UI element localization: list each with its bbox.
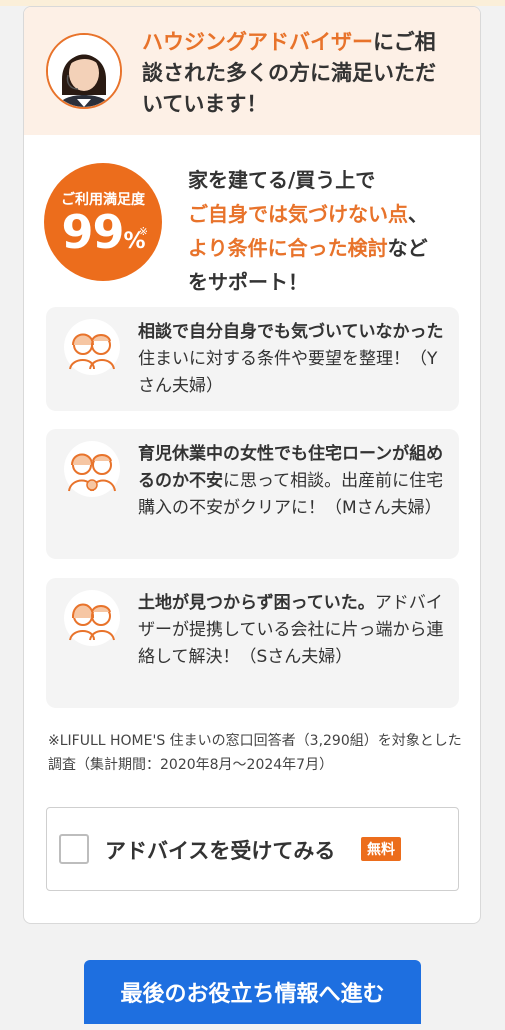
survey-footnote: ※LIFULL HOME'S 住まいの窓口回答者（3,290組）を対象とした調査… xyxy=(48,733,462,773)
advice-checkbox[interactable] xyxy=(59,834,89,864)
satisfaction-badge: ご利用満足度 99% ※ xyxy=(44,163,162,281)
support-line-3: など xyxy=(387,236,428,260)
testimonial-text: 相談で自分自身でも気づいていなかった住まいに対する条件や要望を整理！（Yさん夫婦… xyxy=(138,319,448,400)
advisor-avatar xyxy=(46,33,122,109)
testimonial-rest: 住まいに対する条件や要望を整理！（Yさん夫婦） xyxy=(138,349,438,396)
testimonial-text: 育児休業中の女性でも住宅ローンが組めるのか不安に思って相談。出産前に住宅購入の不… xyxy=(138,441,448,522)
advisor-text-3: いています！ xyxy=(142,92,268,116)
family-icon xyxy=(64,441,120,497)
support-message: 家を建てる/買う上で ご自身では気づけない点、 より条件に合った検討など をサポ… xyxy=(188,163,478,299)
badge-footnote-mark: ※ xyxy=(138,225,148,238)
support-line-4: をサポート！ xyxy=(188,270,308,294)
testimonial-bold: 育児休業中の女性でも住宅ローン xyxy=(138,444,393,464)
badge-number: 99 xyxy=(61,205,124,259)
advisor-highlight: ハウジングアドバイザー xyxy=(142,30,373,54)
support-highlight-1: ご自身では気づけない点 xyxy=(188,202,408,226)
testimonial-bold: 土地が見つからず困っていた。 xyxy=(138,593,375,613)
support-line-2: 、 xyxy=(408,202,428,226)
support-line-1: 家を建てる/買う上で xyxy=(188,168,376,192)
testimonial-text: 土地が見つからず困っていた。アドバイザーが提携している会社に片っ端から連絡して解… xyxy=(138,590,448,671)
advisor-header: ハウジングアドバイザーにご相 談された多くの方に満足いただ いています！ xyxy=(24,7,480,135)
support-highlight-2: より条件に合った検討 xyxy=(188,236,388,260)
couple-icon xyxy=(64,590,120,646)
testimonial-card: 土地が見つからず困っていた。アドバイザーが提携している会社に片っ端から連絡して解… xyxy=(46,578,459,708)
testimonial-card: 育児休業中の女性でも住宅ローンが組めるのか不安に思って相談。出産前に住宅購入の不… xyxy=(46,429,459,559)
testimonial-bold-2: かった xyxy=(392,322,444,342)
advisor-portrait-icon xyxy=(48,35,120,107)
advice-card: ハウジングアドバイザーにご相 談された多くの方に満足いただ いています！ ご利用… xyxy=(23,6,481,924)
advice-checkbox-label[interactable]: アドバイスを受けてみる xyxy=(105,835,335,865)
advisor-text-1: にご相 xyxy=(373,30,436,54)
advisor-message: ハウジングアドバイザーにご相 談された多くの方に満足いただ いています！ xyxy=(142,27,462,120)
next-button[interactable]: 最後のお役立ち情報へ進む xyxy=(84,960,421,1024)
testimonial-card: 相談で自分自身でも気づいていなかった住まいに対する条件や要望を整理！（Yさん夫婦… xyxy=(46,307,459,411)
advice-checkbox-row[interactable]: アドバイスを受けてみる 無料 xyxy=(46,807,459,891)
free-badge: 無料 xyxy=(361,837,401,861)
testimonial-bold: 相談で自分自身でも気づいていな xyxy=(138,322,393,342)
couple-icon xyxy=(64,319,120,375)
advisor-text-2: 談された多くの方に満足いただ xyxy=(142,61,436,85)
